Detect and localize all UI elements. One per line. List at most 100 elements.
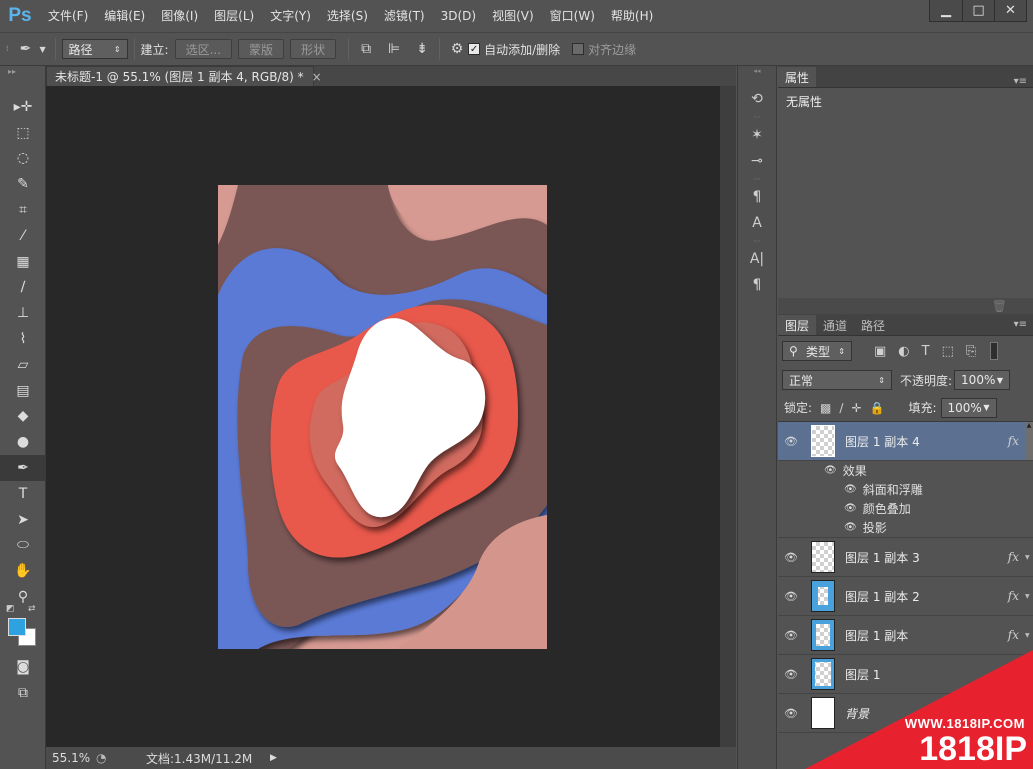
filter-shape-icon[interactable]: ⬚: [942, 344, 954, 359]
layers-menu-icon[interactable]: ▾≡: [1014, 319, 1033, 330]
options-grip[interactable]: ⁞: [6, 43, 9, 55]
layer-name[interactable]: 图层 1 副本 3: [845, 549, 1008, 566]
align-edges-checkbox[interactable]: [572, 43, 585, 55]
fill-input[interactable]: 100% ▼: [940, 397, 997, 418]
effects-expand-icon[interactable]: ▼: [1025, 632, 1033, 639]
visibility-eye-icon[interactable]: 👁: [778, 435, 804, 448]
zoom-level[interactable]: 55.1%: [46, 751, 96, 765]
lasso-tool-icon[interactable]: ◌: [0, 146, 46, 172]
visibility-eye-icon[interactable]: 👁: [778, 629, 804, 642]
effect-color-overlay[interactable]: 👁 颜色叠加: [778, 499, 1033, 518]
filter-adjustment-icon[interactable]: ◐: [898, 344, 909, 359]
type-tool-icon[interactable]: T: [0, 481, 46, 507]
lock-transparent-icon[interactable]: ▩: [820, 401, 831, 415]
character-panel-icon[interactable]: A|: [738, 246, 776, 272]
minimize-button[interactable]: ▁: [930, 0, 962, 21]
layer-row-copy-3[interactable]: 👁 图层 1 副本 3 fx ▼: [778, 538, 1033, 577]
trash-icon[interactable]: 🗑: [778, 298, 1033, 314]
default-colors-icon[interactable]: ◩: [6, 604, 15, 614]
auto-add-delete-checkbox[interactable]: ✓: [468, 43, 481, 55]
maximize-button[interactable]: □: [962, 0, 994, 21]
effect-bevel-emboss[interactable]: 👁 斜面和浮雕: [778, 480, 1033, 499]
effects-expand-icon[interactable]: ▼: [1025, 554, 1033, 561]
effects-expand-icon[interactable]: ▲: [1025, 422, 1033, 460]
tab-properties[interactable]: 属性: [778, 67, 817, 87]
path-alignment-icon[interactable]: ⊫: [383, 38, 405, 60]
filter-smart-object-icon[interactable]: ⎘: [966, 344, 976, 359]
menu-type[interactable]: 文字(Y): [262, 0, 319, 32]
pen-tool-icon[interactable]: ✒: [0, 455, 46, 481]
eraser-tool-icon[interactable]: ▱: [0, 352, 46, 378]
fx-icon[interactable]: fx: [1008, 628, 1019, 642]
tab-channels[interactable]: 通道: [816, 315, 854, 335]
fx-icon[interactable]: fx: [1008, 550, 1019, 564]
effect-drop-shadow[interactable]: 👁 投影: [778, 518, 1033, 537]
path-arrangement-icon[interactable]: ⇟: [411, 38, 433, 60]
menu-edit[interactable]: 编辑(E): [96, 0, 153, 32]
effects-eye-icon[interactable]: 👁: [824, 465, 837, 476]
preset-dropdown-icon[interactable]: ▼: [37, 38, 49, 60]
menu-view[interactable]: 视图(V): [484, 0, 542, 32]
clone-stamp-tool-icon[interactable]: ⊥: [0, 300, 46, 326]
foreground-color-swatch[interactable]: [8, 617, 26, 636]
lock-all-icon[interactable]: 🔒: [870, 401, 885, 415]
layer-name[interactable]: 背景: [845, 705, 1033, 722]
visibility-eye-icon[interactable]: 👁: [778, 707, 804, 720]
make-selection-button[interactable]: 选区...: [174, 39, 233, 59]
eyedropper-tool-icon[interactable]: ⁄: [0, 223, 46, 249]
healing-brush-tool-icon[interactable]: ▦: [0, 249, 46, 275]
filter-type-icon[interactable]: T: [922, 344, 930, 359]
crop-tool-icon[interactable]: ⌗: [0, 197, 46, 223]
history-brush-tool-icon[interactable]: ⌇: [0, 326, 46, 352]
screen-mode-icon[interactable]: ⧉: [0, 680, 46, 706]
marquee-tool-icon[interactable]: ⬚: [0, 120, 46, 146]
menu-image[interactable]: 图像(I): [153, 0, 206, 32]
make-mask-button[interactable]: 蒙版: [238, 39, 285, 59]
layer-row-copy[interactable]: 👁 图层 1 副本 fx ▼: [778, 616, 1033, 655]
move-tool-icon[interactable]: ▸✛: [0, 94, 46, 120]
visibility-eye-icon[interactable]: 👁: [778, 668, 804, 681]
document-tab[interactable]: 未标题-1 @ 55.1% (图层 1 副本 4, RGB/8) * ×: [46, 66, 322, 86]
path-selection-tool-icon[interactable]: ➤: [0, 507, 46, 533]
dock-grip[interactable]: ◂◂: [738, 66, 776, 76]
menu-window[interactable]: 窗口(W): [542, 0, 603, 32]
visibility-eye-icon[interactable]: 👁: [778, 551, 804, 564]
brush-presets-icon[interactable]: ⊸: [738, 148, 776, 174]
effects-header[interactable]: 👁 效果: [778, 461, 1033, 480]
close-button[interactable]: ✕: [994, 0, 1026, 21]
menu-select[interactable]: 选择(S): [319, 0, 376, 32]
blur-tool-icon[interactable]: ◆: [0, 404, 46, 430]
layer-filter-select[interactable]: ⚲ 类型 ⇕: [782, 341, 852, 361]
toolbox-grip[interactable]: ▸▸: [0, 66, 45, 78]
fx-icon[interactable]: fx: [1008, 589, 1019, 603]
quick-mask-icon[interactable]: ◙: [0, 654, 46, 680]
menu-3d[interactable]: 3D(D): [433, 0, 484, 32]
make-shape-button[interactable]: 形状: [290, 39, 337, 59]
layer-name[interactable]: 图层 1 副本: [845, 627, 1008, 644]
brush-tool-icon[interactable]: ∕: [0, 275, 46, 301]
layer-name[interactable]: 图层 1 副本 2: [845, 588, 1008, 605]
menu-filter[interactable]: 滤镜(T): [376, 0, 433, 32]
visibility-eye-icon[interactable]: 👁: [778, 590, 804, 603]
dodge-tool-icon[interactable]: ●: [0, 429, 46, 455]
filter-pixel-icon[interactable]: ▣: [874, 344, 886, 359]
close-document-icon[interactable]: ×: [312, 70, 322, 84]
lock-position-icon[interactable]: ✛: [851, 401, 861, 415]
hand-tool-icon[interactable]: ✋: [0, 558, 46, 584]
tab-paths[interactable]: 路径: [854, 315, 892, 335]
layer-name[interactable]: 图层 1 副本 4: [845, 433, 1008, 450]
pen-tool-preset-icon[interactable]: ✒: [15, 38, 37, 60]
gear-icon[interactable]: ⚙: [446, 38, 468, 60]
path-operations-icon[interactable]: ⧉: [355, 38, 377, 60]
properties-menu-icon[interactable]: ▾≡: [1014, 76, 1033, 87]
clone-source-icon[interactable]: ¶: [738, 184, 776, 210]
gradient-tool-icon[interactable]: ▤: [0, 378, 46, 404]
effect-eye-icon[interactable]: 👁: [844, 522, 857, 533]
menu-file[interactable]: 文件(F): [40, 0, 96, 32]
paragraph-panel-icon[interactable]: ¶: [738, 272, 776, 298]
layer-row-background[interactable]: 👁 背景: [778, 694, 1033, 733]
menu-help[interactable]: 帮助(H): [603, 0, 661, 32]
layer-row-copy-2[interactable]: 👁 图层 1 副本 2 fx ▼: [778, 577, 1033, 616]
quick-selection-tool-icon[interactable]: ✎: [0, 171, 46, 197]
fx-icon[interactable]: fx: [1008, 434, 1019, 448]
